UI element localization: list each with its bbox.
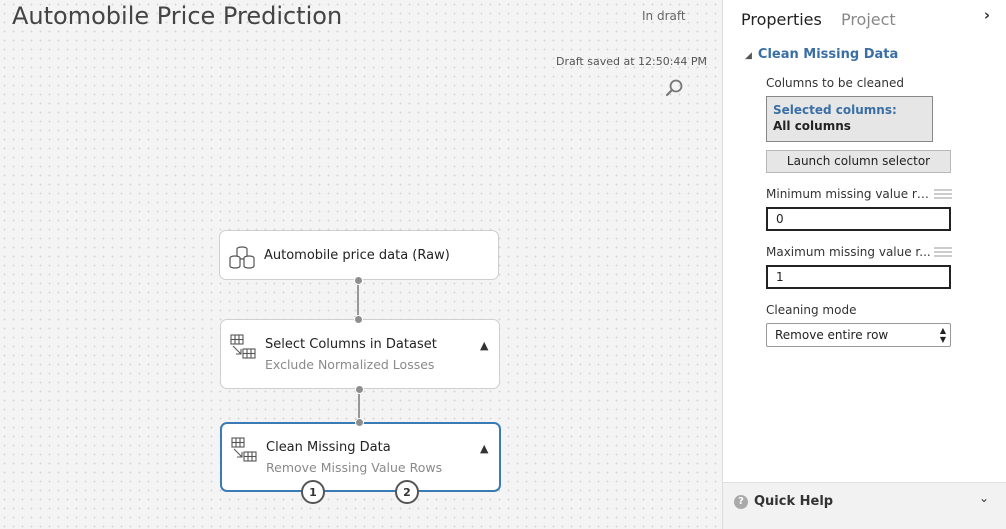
selected-columns-label: Selected columns: (773, 103, 897, 117)
min-missing-input[interactable] (766, 207, 951, 231)
param-options-icon[interactable] (934, 189, 952, 199)
draft-status: In draft (642, 9, 686, 23)
search-icon[interactable] (664, 78, 684, 98)
module-clean-missing-data[interactable]: Clean Missing Data Remove Missing Value … (220, 418, 501, 504)
experiment-title[interactable]: Automobile Price Prediction (12, 2, 342, 30)
section-header[interactable]: ◢ Clean Missing Data (745, 47, 898, 62)
columns-label: Columns to be cleaned (766, 76, 904, 90)
help-icon: ? (734, 495, 748, 509)
module-subtitle: Remove Missing Value Rows (266, 460, 443, 475)
max-missing-input[interactable] (766, 265, 951, 289)
launch-column-selector-button[interactable]: Launch column selector (766, 150, 951, 173)
draft-saved-time: Draft saved at 12:50:44 PM (556, 55, 708, 68)
module-select-columns[interactable]: Select Columns in Dataset Exclude Normal… (220, 315, 500, 394)
output-port-2[interactable]: 2 (395, 480, 419, 504)
experiment-canvas[interactable]: Automobile Price Prediction In draft Dra… (0, 0, 722, 529)
dataset-icon (229, 246, 255, 269)
collapse-caret-icon[interactable]: ▲ (480, 442, 488, 455)
cleaning-mode-value: Remove entire row (775, 328, 889, 342)
properties-panel: Properties Project › ◢ Clean Missing Data… (722, 0, 1006, 529)
expand-triangle-icon: ◢ (745, 51, 752, 61)
output-port-1[interactable]: 1 (301, 480, 325, 504)
cleaning-mode-select[interactable]: Remove entire row ▲ ▼ (766, 323, 951, 347)
module-subtitle: Exclude Normalized Losses (265, 357, 435, 372)
section-title: Clean Missing Data (757, 47, 899, 62)
output-port[interactable] (355, 385, 364, 394)
module-automobile-price-data[interactable]: Automobile price data (Raw) (219, 230, 499, 285)
max-missing-label: Maximum missing value r... (766, 245, 931, 259)
quick-help-label: Quick Help (754, 494, 834, 509)
selected-columns-box: Selected columns: All columns (766, 96, 933, 142)
selected-columns-value: All columns (773, 119, 851, 133)
module-name: Select Columns in Dataset (265, 337, 437, 352)
select-arrows-icon: ▲ ▼ (939, 326, 946, 344)
module-icon (230, 334, 256, 359)
module-name: Automobile price data (Raw) (264, 248, 450, 263)
tab-properties[interactable]: Properties (741, 10, 822, 29)
tab-project[interactable]: Project (841, 10, 896, 29)
input-port[interactable] (355, 418, 364, 427)
cleaning-mode-label: Cleaning mode (766, 303, 857, 317)
min-missing-label: Minimum missing value ra... (766, 187, 932, 201)
panel-tabs: Properties Project (741, 10, 910, 29)
module-name: Clean Missing Data (266, 440, 391, 455)
input-port[interactable] (354, 315, 363, 324)
param-options-icon[interactable] (934, 247, 952, 257)
quick-help-bar[interactable]: ? Quick Help ⌄ (723, 482, 1006, 529)
module-icon (231, 437, 257, 462)
collapse-caret-icon[interactable]: ▲ (480, 339, 488, 352)
output-port[interactable] (354, 276, 363, 285)
collapse-panel-chevron-icon[interactable]: › (984, 6, 990, 24)
chevron-down-icon[interactable]: ⌄ (979, 491, 989, 505)
